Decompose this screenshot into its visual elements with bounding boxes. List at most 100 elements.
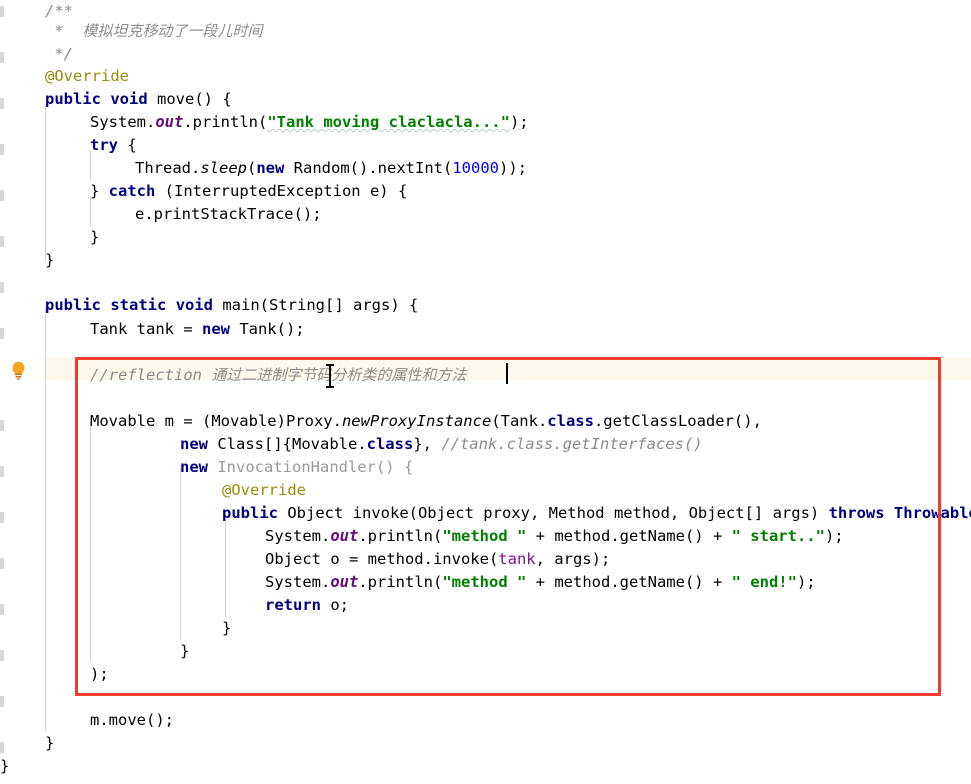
token-comment: //reflection [90, 366, 212, 384]
token-text: ); [90, 665, 109, 683]
token-text: + method.getName() + [526, 527, 732, 545]
token-text: { [118, 136, 137, 154]
code-line[interactable]: new Class[]{Movable.class}, //tank.class… [180, 433, 703, 456]
code-line[interactable]: } [90, 226, 99, 249]
token-keyword: class [547, 412, 594, 430]
token-text: Random().nextInt( [284, 159, 453, 177]
token-string: "Tank moving claclacla..." [267, 113, 510, 131]
token-text: o; [321, 596, 349, 614]
token-text: .println( [358, 573, 443, 591]
token-string: "method " [442, 527, 527, 545]
token-text: Object o = method.invoke( [265, 550, 499, 568]
token-string: "method " [442, 573, 527, 591]
token-keyword: new [201, 320, 230, 338]
code-line[interactable]: System.out.println("Tank moving claclacl… [90, 111, 529, 134]
token-text: }, [413, 435, 442, 453]
code-editor[interactable]: /** * 模拟坦克移动了一段儿时间 */ @Override public v… [0, 0, 971, 784]
code-line[interactable]: */ [45, 43, 73, 66]
token-text: (InterruptedException e) { [155, 182, 408, 200]
token-text: .getClassLoader(), [593, 412, 762, 430]
code-line[interactable]: @Override [222, 479, 306, 502]
token-static-field: out [330, 573, 359, 591]
token-static-field: out [155, 113, 184, 131]
code-line[interactable]: } catch (InterruptedException e) { [90, 180, 407, 203]
code-line[interactable]: public void move() { [45, 88, 232, 111]
code-line[interactable]: System.out.println("method " + method.ge… [265, 571, 816, 594]
token-text: ( [247, 159, 257, 177]
code-line[interactable]: ); [90, 663, 109, 686]
code-line[interactable]: public static void main(String[] args) { [45, 294, 418, 317]
token-static-method: sleep [200, 159, 247, 177]
token-text: System. [265, 527, 331, 545]
token-annotation: @Override [45, 67, 129, 85]
token-text: } [0, 757, 10, 775]
code-line[interactable]: //reflection 通过二进制字节码分析类的属性和方法 [90, 364, 466, 387]
code-line[interactable]: m.move(); [90, 709, 174, 732]
code-line[interactable]: new InvocationHandler() { [180, 456, 413, 479]
token-comment: * [45, 22, 83, 40]
code-line[interactable]: System.out.println("method " + method.ge… [265, 525, 844, 548]
token-text: .println( [358, 527, 443, 545]
token-text: Class[]{Movable. [208, 435, 367, 453]
token-text: } [222, 619, 232, 637]
code-line[interactable]: } [45, 249, 54, 272]
token-local-field: tank [498, 550, 536, 568]
token-keyword: catch [108, 182, 156, 200]
code-line[interactable]: } [0, 755, 9, 778]
token-keyword: void [110, 90, 148, 108]
token-string: " start.." [731, 527, 825, 545]
code-line[interactable]: } [45, 732, 54, 755]
code-content[interactable]: /** * 模拟坦克移动了一段儿时间 */ @Override public v… [0, 0, 971, 784]
code-line[interactable]: public Object invoke(Object proxy, Metho… [222, 502, 971, 525]
token-text: main(String[] args) { [213, 296, 419, 314]
token-keyword: new [180, 458, 208, 476]
token-keyword: public [222, 504, 278, 522]
token-text: Tank tank = [90, 320, 202, 338]
token-text: (Tank. [491, 412, 548, 430]
token-keyword: void [175, 296, 214, 314]
token-text: ); [824, 527, 844, 545]
code-line[interactable]: Thread.sleep(new Random().nextInt(10000)… [135, 157, 527, 180]
token-text: )); [499, 159, 527, 177]
token-keyword: throws Throwable { [828, 504, 971, 522]
code-line[interactable]: Movable m = (Movable)Proxy.newProxyInsta… [90, 410, 762, 433]
token-text: System. [90, 113, 156, 131]
token-comment: */ [45, 45, 73, 63]
token-keyword: new [180, 435, 208, 453]
token-comment: /** [45, 2, 73, 20]
token-text: } [90, 182, 109, 200]
token-text: } [180, 642, 190, 660]
token-comment-cjk: 模拟坦克移动了一段儿时间 [82, 22, 263, 40]
token-text: , args); [535, 550, 611, 568]
code-line[interactable]: Tank tank = new Tank(); [90, 318, 305, 341]
code-line[interactable]: } [222, 617, 231, 640]
code-line[interactable]: @Override [45, 65, 129, 88]
text-caret [506, 363, 508, 384]
token-text: } [90, 228, 100, 246]
token-keyword: class [366, 435, 414, 453]
token-text: Movable m = (Movable)Proxy. [90, 412, 342, 430]
code-line[interactable]: return o; [265, 594, 349, 617]
token-text: ); [509, 113, 529, 131]
code-line[interactable]: * 模拟坦克移动了一段儿时间 [45, 20, 262, 43]
code-line[interactable]: try { [90, 134, 137, 157]
token-keyword: public [45, 296, 101, 314]
token-text: } [45, 251, 55, 269]
code-line[interactable]: Object o = method.invoke(tank, args); [265, 548, 610, 571]
token-text: } [45, 734, 55, 752]
token-text: Object invoke(Object proxy, Method metho… [278, 504, 829, 522]
token-text: move() { [147, 90, 232, 108]
token-keyword: public [45, 90, 101, 108]
token-annotation: @Override [222, 481, 306, 499]
token-static-method: newProxyInstance [341, 412, 492, 430]
token-text: .println( [183, 113, 268, 131]
token-string: " end!" [731, 573, 797, 591]
token-text: + method.getName() + [526, 573, 732, 591]
code-line[interactable]: } [180, 640, 189, 663]
token-comment: //tank.class.getInterfaces() [441, 435, 703, 453]
token-keyword: return [265, 596, 321, 614]
token-text: System. [265, 573, 331, 591]
code-line[interactable]: e.printStackTrace(); [135, 203, 322, 226]
token-keyword: try [90, 136, 118, 154]
token-text: Thread. [135, 159, 201, 177]
